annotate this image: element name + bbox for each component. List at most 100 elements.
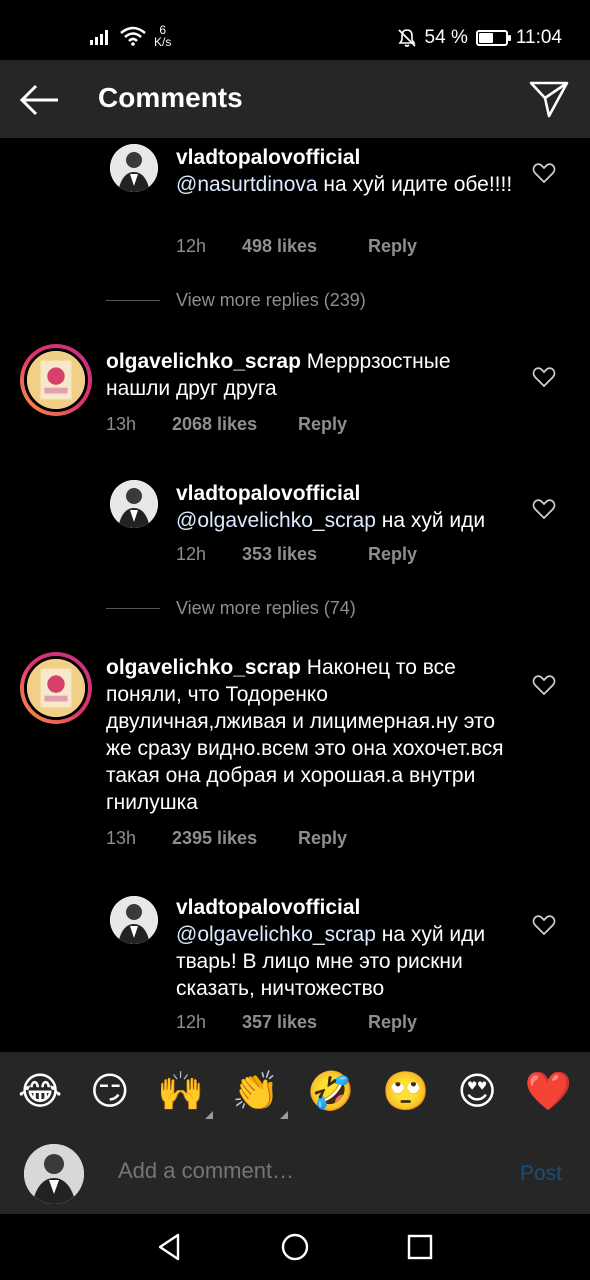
like-heart-icon[interactable]	[532, 914, 556, 936]
emoji-tears-of-joy[interactable]: 😂	[18, 1069, 62, 1113]
comment-body: на хуй идите обе!!!!	[317, 173, 513, 196]
avatar[interactable]	[110, 144, 158, 192]
comment: olgavelichko_scrap Наконец то все поняли…	[0, 650, 590, 860]
comment-time: 12h	[176, 236, 207, 256]
emoji-raising-hands[interactable]: 🙌	[157, 1069, 213, 1119]
comment-meta: 12h 353 likes Reply	[176, 544, 417, 565]
view-more-label[interactable]: View more replies (74)	[176, 598, 356, 619]
emoji-bar: 😂 😏 🙌 👏 🤣 🙄 😍 ❤️	[0, 1052, 590, 1130]
nav-home-icon[interactable]	[279, 1231, 311, 1263]
back-arrow-icon[interactable]	[18, 80, 62, 120]
comment-mention[interactable]: @nasurtdinova	[176, 173, 318, 196]
comment-username[interactable]: vladtopalovofficial	[176, 146, 360, 169]
avatar[interactable]	[20, 344, 92, 416]
current-user-avatar	[24, 1144, 84, 1204]
emoji-glyph: 🙌	[157, 1069, 205, 1113]
avatar-image	[24, 348, 88, 412]
comment-time: 13h	[106, 828, 137, 848]
comment-body: на хуй иди	[375, 509, 486, 532]
user-photo-icon	[110, 896, 158, 944]
like-heart-icon[interactable]	[532, 162, 556, 184]
like-heart-icon[interactable]	[532, 674, 556, 696]
comment-body: Наконец то все поняли, что Тодоренко дву…	[106, 656, 504, 814]
muted-bell-icon	[397, 29, 416, 47]
comment-mention[interactable]: @olgavelichko_scrap	[176, 923, 376, 946]
nav-recents-icon[interactable]	[404, 1231, 436, 1263]
emoji-eye-roll[interactable]: 🙄	[382, 1069, 429, 1113]
comment-likes[interactable]: 498 likes	[242, 236, 368, 257]
wifi-icon	[120, 26, 146, 46]
avatar[interactable]	[20, 652, 92, 724]
avatar[interactable]	[110, 480, 158, 528]
network-speed-unit: K/s	[154, 35, 172, 49]
navigation-bar	[0, 1214, 590, 1280]
divider	[106, 300, 160, 301]
battery-percent: 54 %	[424, 27, 468, 48]
comment-text: olgavelichko_scrap Мерррзостные нашли др…	[106, 348, 486, 402]
signal-icon	[90, 30, 108, 45]
emoji-red-heart[interactable]: ❤️	[525, 1069, 572, 1113]
reply-button[interactable]: Reply	[368, 236, 417, 257]
comment-meta: 12h 357 likes Reply	[176, 1012, 417, 1033]
comment-username[interactable]: olgavelichko_scrap	[106, 656, 301, 679]
nav-back-icon[interactable]	[154, 1231, 186, 1263]
comment-username[interactable]: vladtopalovofficial	[176, 482, 360, 505]
post-button[interactable]: Post	[520, 1162, 562, 1186]
comment-meta: 13h 2068 likes Reply	[106, 414, 347, 435]
comment-meta: 12h 498 likes Reply	[176, 236, 417, 257]
comment-likes[interactable]: 357 likes	[242, 1012, 368, 1033]
avatar[interactable]	[110, 896, 158, 944]
like-heart-icon[interactable]	[532, 366, 556, 388]
comment-time: 12h	[176, 544, 207, 564]
emoji-smirk[interactable]: 😏	[90, 1069, 130, 1113]
comment-time: 12h	[176, 1012, 207, 1032]
comment: olgavelichko_scrap Мерррзостные нашли др…	[0, 342, 590, 442]
comment-reply: vladtopalovofficial @nasurtdinova на хуй…	[0, 138, 590, 278]
comment-reply: vladtopalovofficial @olgavelichko_scrap …	[0, 890, 590, 1040]
comments-list: vladtopalovofficial @nasurtdinova на хуй…	[0, 138, 590, 1052]
comment-mention[interactable]: @olgavelichko_scrap	[176, 509, 376, 532]
view-more-label[interactable]: View more replies (239)	[176, 290, 366, 311]
comment-text: olgavelichko_scrap Наконец то все поняли…	[106, 654, 506, 816]
comment-likes[interactable]: 353 likes	[242, 544, 368, 565]
skin-tone-indicator	[204, 1111, 213, 1119]
reply-button[interactable]: Reply	[298, 414, 347, 435]
view-more-replies[interactable]: View more replies (74)	[106, 598, 356, 619]
battery-fill	[478, 33, 493, 43]
network-speed: 6 K/s	[154, 24, 171, 48]
comment-likes[interactable]: 2068 likes	[172, 414, 298, 435]
emoji-glyph: 👏	[232, 1069, 280, 1113]
user-photo-icon	[24, 1144, 84, 1204]
status-left: 6 K/s	[90, 22, 171, 50]
comment-username[interactable]: olgavelichko_scrap	[106, 350, 301, 373]
battery-icon	[475, 30, 511, 46]
emoji-heart-eyes[interactable]: 😍	[457, 1069, 497, 1113]
emoji-rofl[interactable]: 🤣	[307, 1069, 354, 1113]
direct-share-icon[interactable]	[528, 78, 570, 120]
comment-input[interactable]	[118, 1158, 498, 1184]
avatar-image	[24, 656, 88, 720]
user-photo-icon	[110, 480, 158, 528]
comment-composer: Post	[0, 1130, 590, 1214]
comment-likes[interactable]: 2395 likes	[172, 828, 298, 849]
divider	[106, 608, 160, 609]
comment-username[interactable]: vladtopalovofficial	[176, 896, 360, 919]
comment-meta: 13h 2395 likes Reply	[106, 828, 347, 849]
scrapbook-photo-icon	[27, 351, 85, 409]
scrapbook-photo-icon	[27, 659, 85, 717]
status-bar: 6 K/s 54 % 11:04	[0, 0, 590, 60]
clock: 11:04	[515, 27, 562, 48]
user-photo-icon	[110, 144, 158, 192]
view-more-replies[interactable]: View more replies (239)	[106, 290, 366, 311]
comment-text: vladtopalovofficial @olgavelichko_scrap …	[176, 480, 526, 534]
reply-button[interactable]: Reply	[368, 1012, 417, 1033]
comment-reply: vladtopalovofficial @olgavelichko_scrap …	[0, 474, 590, 584]
emoji-clapping[interactable]: 👏	[232, 1069, 288, 1119]
reply-button[interactable]: Reply	[298, 828, 347, 849]
header: Comments	[0, 60, 590, 138]
comment-text: vladtopalovofficial @nasurtdinova на хуй…	[176, 144, 556, 198]
reply-button[interactable]: Reply	[368, 544, 417, 565]
page-title: Comments	[98, 82, 243, 113]
comment-text: vladtopalovofficial @olgavelichko_scrap …	[176, 894, 526, 1002]
like-heart-icon[interactable]	[532, 498, 556, 520]
